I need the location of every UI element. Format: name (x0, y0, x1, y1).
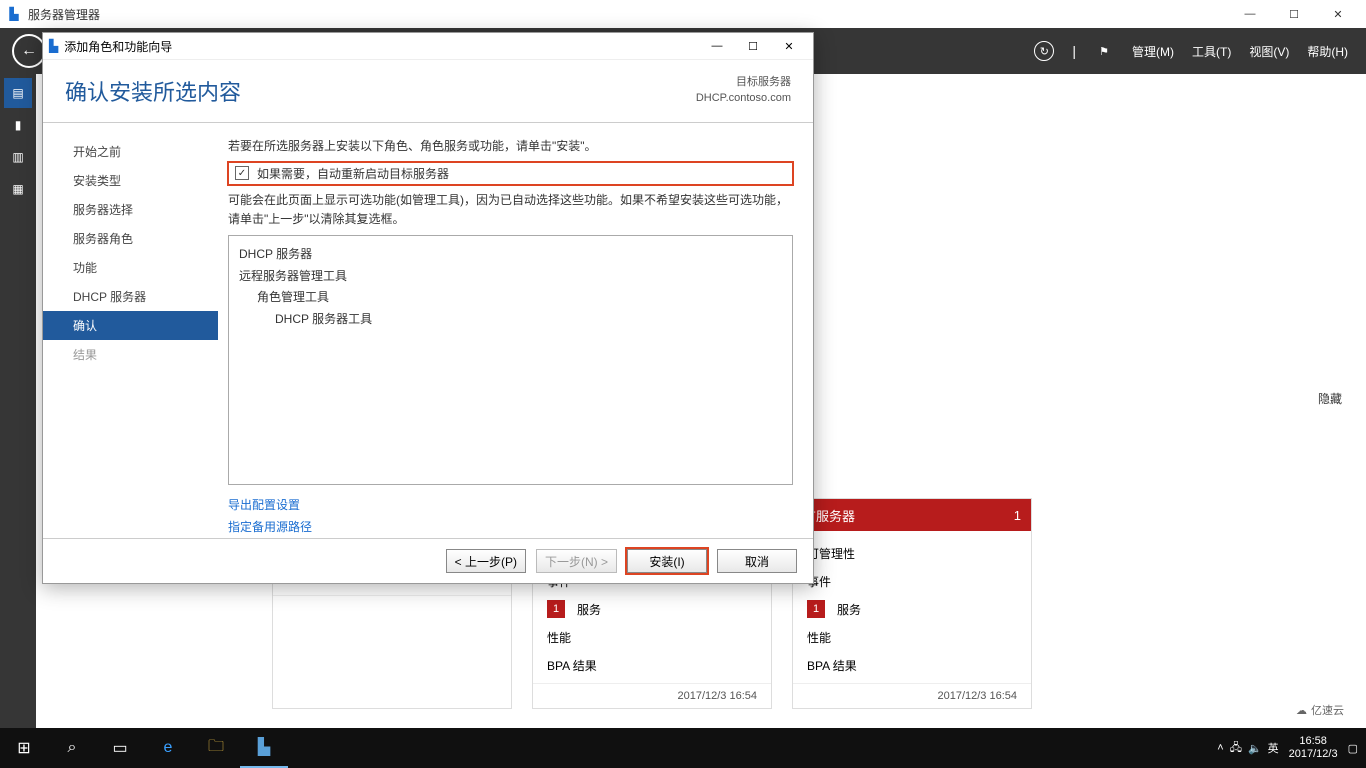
main-min-button[interactable]: — (1228, 0, 1272, 28)
wizard-content: 若要在所选服务器上安装以下角色、角色服务或功能，请单击"安装"。 ✓ 如果需要，… (218, 123, 813, 539)
wizard-icon: ▙ (49, 39, 58, 53)
export-config-link[interactable]: 导出配置设置 (228, 495, 793, 517)
wizard-header: 确认安装所选内容 目标服务器 DHCP.contoso.com (43, 60, 813, 122)
tile-row[interactable]: 可管理性 (793, 539, 1031, 567)
target-server-info: 目标服务器 DHCP.contoso.com (696, 75, 791, 106)
task-view-icon[interactable]: ▭ (96, 728, 144, 768)
cloud-icon: ☁ (1296, 704, 1307, 717)
tile-timestamp: 2017/12/3 16:54 (273, 595, 511, 620)
tile-row[interactable]: BPA 结果 (533, 651, 771, 679)
alt-source-link[interactable]: 指定备用源路径 (228, 517, 793, 539)
nav-result: 结果 (43, 340, 218, 369)
app-sidebar: ▤ ▮ ▥ ▦ (0, 74, 36, 728)
tile-row[interactable]: 性能 (533, 623, 771, 651)
main-titlebar: ▙ 服务器管理器 — ☐ ✕ (0, 0, 1366, 28)
cancel-button[interactable]: 取消 (717, 549, 797, 573)
clock[interactable]: 16:58 2017/12/3 (1285, 735, 1342, 761)
alert-badge: 1 (807, 600, 825, 618)
explorer-icon[interactable]: 🗀 (192, 728, 240, 768)
alert-badge: 1 (547, 600, 565, 618)
checkbox-icon[interactable]: ✓ (235, 166, 249, 180)
main-max-button[interactable]: ☐ (1272, 0, 1316, 28)
nav-dhcp[interactable]: DHCP 服务器 (43, 282, 218, 311)
watermark: ☁ 亿速云 (1280, 696, 1360, 724)
role-item: DHCP 服务器 (239, 244, 782, 266)
wizard-min-button[interactable]: — (699, 33, 735, 59)
optional-note: 可能会在此页面上显示可选功能(如管理工具)，因为已自动选择这些功能。如果不希望安… (228, 191, 793, 229)
tile-servers-2: 有服务器1 可管理性 事件 1服务 性能 BPA 结果 2017/12/3 16… (792, 498, 1032, 709)
wizard-nav: 开始之前 安装类型 服务器选择 服务器角色 功能 DHCP 服务器 确认 结果 (43, 123, 218, 539)
role-item: 角色管理工具 (239, 287, 782, 309)
wizard-footer: < 上一步(P) 下一步(N) > 安装(I) 取消 (43, 538, 813, 583)
tile-row[interactable]: BPA 结果 (793, 651, 1031, 679)
hide-link[interactable]: 隐藏 (1318, 390, 1342, 407)
install-button[interactable]: 安装(I) (627, 549, 707, 573)
volume-icon[interactable]: 🔈 (1248, 742, 1262, 755)
back-button[interactable]: ← (12, 34, 46, 68)
sidebar-dashboard-icon[interactable]: ▤ (4, 78, 32, 108)
wizard-close-button[interactable]: ✕ (771, 33, 807, 59)
server-manager-icon: ▙ (6, 6, 22, 22)
next-button: 下一步(N) > (536, 549, 617, 573)
menu-help[interactable]: 帮助(H) (1307, 43, 1348, 60)
role-item: DHCP 服务器工具 (239, 309, 782, 331)
menu-view[interactable]: 视图(V) (1249, 43, 1289, 60)
network-icon[interactable]: 🖧 (1230, 739, 1242, 758)
restart-checkbox-row[interactable]: ✓ 如果需要，自动重新启动目标服务器 (228, 162, 793, 185)
main-close-button[interactable]: ✕ (1316, 0, 1360, 28)
taskbar: ⊞ ⌕ ▭ e 🗀 ▙ ˄ 🖧 🔈 英 16:58 2017/12/3 ▢ (0, 728, 1366, 768)
sidebar-local-icon[interactable]: ▮ (4, 110, 32, 140)
start-button[interactable]: ⊞ (0, 728, 48, 768)
prev-button[interactable]: < 上一步(P) (446, 549, 526, 573)
ime-indicator[interactable]: 英 (1268, 740, 1279, 756)
wizard-heading: 确认安装所选内容 (65, 75, 241, 107)
roles-list: DHCP 服务器 远程服务器管理工具 角色管理工具 DHCP 服务器工具 (228, 235, 793, 485)
role-item: 远程服务器管理工具 (239, 266, 782, 288)
tile-row[interactable]: 1服务 (793, 595, 1031, 623)
nav-server-selection[interactable]: 服务器选择 (43, 195, 218, 224)
intro-text: 若要在所选服务器上安装以下角色、角色服务或功能，请单击"安装"。 (228, 137, 793, 156)
menu-manage[interactable]: 管理(M) (1132, 43, 1174, 60)
main-title: 服务器管理器 (28, 6, 100, 23)
nav-before[interactable]: 开始之前 (43, 137, 218, 166)
wizard-max-button[interactable]: ☐ (735, 33, 771, 59)
menu-tools[interactable]: 工具(T) (1192, 43, 1231, 60)
flag-icon[interactable]: ⚑ (1094, 41, 1114, 61)
sidebar-all-icon[interactable]: ▥ (4, 142, 32, 172)
tray-up-icon[interactable]: ˄ (1217, 742, 1223, 754)
tile-row[interactable]: 性能 (793, 623, 1031, 651)
search-icon[interactable]: ⌕ (48, 728, 96, 768)
server-manager-task-icon[interactable]: ▙ (240, 728, 288, 768)
tile-timestamp: 2017/12/3 16:54 (793, 683, 1031, 708)
nav-features[interactable]: 功能 (43, 253, 218, 282)
tile-row[interactable]: 事件 (793, 567, 1031, 595)
refresh-icon[interactable]: ↻ (1034, 41, 1054, 61)
nav-confirm[interactable]: 确认 (43, 311, 218, 340)
checkbox-label: 如果需要，自动重新启动目标服务器 (257, 165, 449, 182)
wizard-titlebar: ▙ 添加角色和功能向导 — ☐ ✕ (43, 33, 813, 60)
tile-row[interactable]: 1服务 (533, 595, 771, 623)
tile-timestamp: 2017/12/3 16:54 (533, 683, 771, 708)
nav-server-role[interactable]: 服务器角色 (43, 224, 218, 253)
tile-header[interactable]: 有服务器1 (793, 499, 1031, 531)
notification-icon[interactable]: ▢ (1348, 742, 1358, 755)
ie-icon[interactable]: e (144, 728, 192, 768)
add-roles-wizard: ▙ 添加角色和功能向导 — ☐ ✕ 确认安装所选内容 目标服务器 DHCP.co… (42, 32, 814, 584)
sidebar-role-icon[interactable]: ▦ (4, 174, 32, 204)
wizard-title: 添加角色和功能向导 (64, 38, 172, 55)
divider: | (1072, 43, 1076, 59)
nav-type[interactable]: 安装类型 (43, 166, 218, 195)
